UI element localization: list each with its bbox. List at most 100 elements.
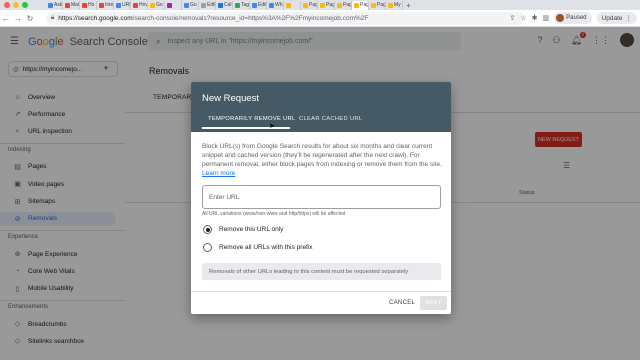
tab-favicon-icon (354, 2, 359, 8)
tab-label: Edit (258, 2, 267, 8)
browser-tab[interactable] (165, 0, 182, 10)
browser-tab[interactable]: Mai (63, 0, 80, 10)
browser-tab[interactable] (284, 0, 301, 10)
tab-label: Pag (360, 2, 369, 8)
browser-tab[interactable]: Pag (318, 0, 335, 10)
option-label: Remove all URLs with this prefix (219, 244, 313, 251)
browser-tab[interactable]: Hov (131, 0, 148, 10)
extensions-icon[interactable]: ✱ (532, 14, 538, 22)
browser-tab[interactable]: Edit (250, 0, 267, 10)
browser-tab[interactable]: URL (114, 0, 131, 10)
option-remove-prefix[interactable]: Remove all URLs with this prefix (203, 243, 313, 252)
close-window-button[interactable] (4, 2, 10, 8)
new-request-dialog: New Request TEMPORARILY REMOVE URL CLEAR… (191, 82, 451, 314)
tab-favicon-icon (48, 2, 53, 8)
minimize-window-button[interactable] (13, 2, 19, 8)
browser-tab[interactable]: Pag (352, 0, 369, 10)
window-controls (4, 2, 28, 8)
tab-label: Tag (241, 2, 250, 8)
tab-favicon-icon (167, 2, 172, 8)
forward-icon[interactable]: → (12, 14, 24, 23)
tab-temporarily-remove-url[interactable]: TEMPORARILY REMOVE URL (208, 116, 296, 122)
browser-tab[interactable]: Wh (267, 0, 284, 10)
dialog-footer: CANCEL NEXT (191, 291, 451, 314)
tab-label: Go (156, 2, 163, 8)
share-icon[interactable]: ⇪ (510, 14, 516, 22)
learn-more-link[interactable]: Learn more (202, 170, 235, 177)
tab-favicon-icon (269, 2, 274, 8)
description-text: Block URL(s) from Google Search results … (202, 143, 442, 168)
maximize-window-button[interactable] (22, 2, 28, 8)
option-remove-this-url[interactable]: Remove this URL only (203, 225, 283, 234)
info-note: Removals of other URLs leading to this c… (202, 263, 441, 280)
tab-label: URL (122, 2, 130, 8)
browser-tab[interactable]: Go (182, 0, 199, 10)
bookmark-star-icon[interactable]: ☆ (520, 14, 526, 22)
tab-clear-cached-url[interactable]: CLEAR CACHED URL (299, 116, 362, 122)
back-icon[interactable]: ← (0, 14, 12, 23)
active-tab-indicator (202, 127, 290, 129)
option-label: Remove this URL only (219, 226, 284, 233)
dialog-title: New Request (202, 93, 260, 104)
tab-favicon-icon (184, 2, 189, 8)
browser-tab[interactable]: My (386, 0, 403, 10)
tab-favicon-icon (82, 2, 87, 8)
new-tab-button[interactable]: + (403, 1, 411, 10)
tab-label: Go (190, 2, 197, 8)
tab-label: Ask (54, 2, 63, 8)
tab-favicon-icon (337, 2, 342, 8)
tab-label: Pag (309, 2, 318, 8)
tab-favicon-icon (320, 2, 325, 8)
lock-icon: 🔒︎ (51, 15, 55, 21)
browser-tab[interactable]: Inte (97, 0, 114, 10)
address-bar[interactable]: 🔒︎ https://search.google.com/search-cons… (46, 12, 524, 25)
browser-tab[interactable]: Edit (199, 0, 216, 10)
reload-icon[interactable]: ↻ (24, 14, 36, 23)
update-button[interactable]: Update ⋮ (596, 12, 637, 24)
tab-favicon-icon (99, 2, 104, 8)
tab-label: Inte (105, 2, 114, 8)
tab-label: Edit (207, 2, 216, 8)
tab-label: My (394, 2, 401, 8)
tab-favicon-icon (235, 2, 240, 8)
radio-unselected[interactable] (203, 243, 212, 252)
tab-label: Hov (139, 2, 148, 8)
tab-label: Wh (275, 2, 283, 8)
tab-favicon-icon (150, 2, 155, 8)
sidepanel-icon[interactable]: ▥ (543, 14, 550, 22)
url-variations-hint: All URL variations (www/non-www and http… (202, 211, 346, 217)
url-input[interactable]: Enter URL (202, 185, 441, 209)
profile-status: Paused (566, 15, 587, 21)
radio-selected[interactable] (203, 225, 212, 234)
browser-tab[interactable]: Tag (233, 0, 250, 10)
profile-button[interactable]: Paused (554, 12, 592, 24)
next-button[interactable]: NEXT (420, 296, 447, 310)
browser-tab[interactable]: Ho (80, 0, 97, 10)
tab-label: Pag (326, 2, 335, 8)
tab-favicon-icon (116, 2, 121, 8)
cancel-button[interactable]: CANCEL (389, 300, 415, 306)
tab-favicon-icon (371, 2, 376, 8)
mouse-cursor-icon: ➤ (269, 123, 275, 130)
dialog-header: New Request TEMPORARILY REMOVE URL CLEAR… (191, 82, 451, 132)
url-host: https://search.google.com (58, 15, 133, 22)
tab-label: Mai (71, 2, 80, 8)
tab-favicon-icon (286, 2, 291, 8)
tab-label: Pag (377, 2, 386, 8)
tab-label: Cal (224, 2, 232, 8)
browser-tab[interactable]: Cal (216, 0, 233, 10)
browser-tab[interactable]: Go (148, 0, 165, 10)
browser-tab[interactable]: Ask (46, 0, 63, 10)
browser-tab[interactable]: Pag (335, 0, 352, 10)
tab-favicon-icon (252, 2, 257, 8)
browser-tab[interactable]: Pag (301, 0, 318, 10)
browser-toolbar: ← → ↻ 🔒︎ https://search.google.com/searc… (0, 10, 640, 27)
update-label: Update (601, 14, 623, 22)
tab-favicon-icon (133, 2, 138, 8)
url-input-placeholder: Enter URL (209, 193, 240, 201)
browser-tab[interactable]: Pag (369, 0, 386, 10)
more-vert-icon: ⋮ (625, 15, 633, 22)
url-path: /search-console/removals?resource_id=htt… (132, 15, 369, 22)
browser-tab-strip: Ask Mai Ho Inte URL Hov Go Go Edit Cal Tag Edit Wh Pa… (0, 0, 640, 10)
dialog-description: Block URL(s) from Google Search results … (202, 142, 442, 178)
